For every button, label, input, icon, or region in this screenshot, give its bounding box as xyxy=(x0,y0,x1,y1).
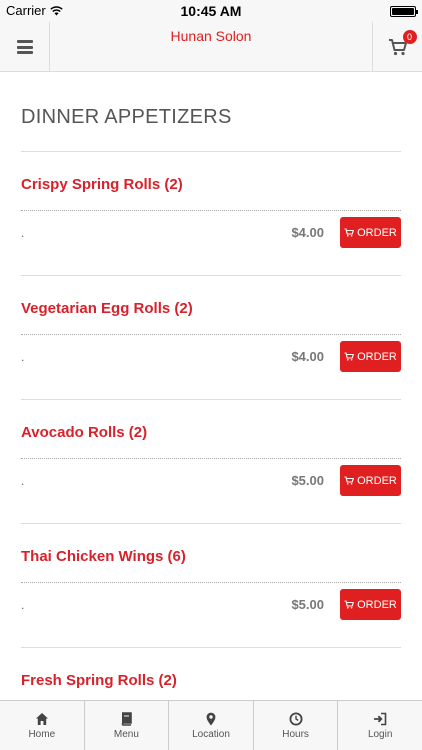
item-description: . xyxy=(21,598,25,612)
item-price: $5.00 xyxy=(291,473,324,488)
order-button[interactable]: ORDER xyxy=(340,341,401,372)
order-label: ORDER xyxy=(357,598,397,611)
hamburger-icon xyxy=(16,40,33,54)
navigation-bar: Hunan Solon 0 xyxy=(0,22,422,72)
home-icon xyxy=(35,712,48,725)
item-divider xyxy=(21,458,401,459)
cart-icon xyxy=(344,600,355,609)
cart-icon xyxy=(344,476,355,485)
tab-login[interactable]: Login xyxy=(338,701,422,750)
clock-icon xyxy=(289,712,303,725)
menu-item: Avocado Rolls (2) . $5.00 ORDER xyxy=(21,400,401,524)
login-icon xyxy=(374,712,387,725)
item-name[interactable]: Vegetarian Egg Rolls (2) xyxy=(21,300,193,317)
cart-icon xyxy=(344,228,355,237)
item-description: . xyxy=(21,474,25,488)
tab-bar: Home Menu Location Hours Login xyxy=(0,700,422,750)
order-button[interactable]: ORDER xyxy=(340,217,401,248)
menu-item: Vegetarian Egg Rolls (2) . $4.00 ORDER xyxy=(21,276,401,400)
item-divider xyxy=(21,582,401,583)
item-description: . xyxy=(21,226,25,240)
tab-hours[interactable]: Hours xyxy=(254,701,339,750)
item-divider xyxy=(21,334,401,335)
cart-icon: 0 xyxy=(388,30,417,56)
tab-home[interactable]: Home xyxy=(0,701,85,750)
item-name[interactable]: Avocado Rolls (2) xyxy=(21,424,147,441)
item-price: $4.00 xyxy=(291,225,324,240)
tab-label: Login xyxy=(367,728,393,740)
battery-icon xyxy=(390,6,418,17)
tab-menu[interactable]: Menu xyxy=(85,701,170,750)
order-label: ORDER xyxy=(357,474,397,487)
status-time: 10:45 AM xyxy=(180,3,242,19)
item-name[interactable]: Fresh Spring Rolls (2) xyxy=(21,672,177,689)
order-label: ORDER xyxy=(357,226,397,239)
book-icon xyxy=(122,711,133,726)
section-title: DINNER APPETIZERS xyxy=(21,106,232,128)
item-description: . xyxy=(21,350,25,364)
menu-button[interactable] xyxy=(0,22,50,72)
item-price: $4.00 xyxy=(291,349,324,364)
tab-label: Location xyxy=(192,728,230,740)
tab-label: Menu xyxy=(113,728,139,740)
menu-item: Thai Chicken Wings (6) . $5.00 ORDER xyxy=(21,524,401,648)
item-name[interactable]: Thai Chicken Wings (6) xyxy=(21,548,186,565)
restaurant-title: Hunan Solon xyxy=(170,28,252,44)
tab-location[interactable]: Location xyxy=(169,701,254,750)
item-price: $5.00 xyxy=(291,597,324,612)
order-button[interactable]: ORDER xyxy=(340,589,401,620)
item-divider xyxy=(21,210,401,211)
order-label: ORDER xyxy=(357,350,397,363)
cart-count-badge: 0 xyxy=(402,30,417,44)
status-bar: Carrier 10:45 AM xyxy=(0,0,422,22)
item-name[interactable]: Crispy Spring Rolls (2) xyxy=(21,176,183,193)
map-pin-icon xyxy=(206,712,216,725)
menu-content: DINNER APPETIZERS Crispy Spring Rolls (2… xyxy=(21,73,401,750)
menu-item: Crispy Spring Rolls (2) . $4.00 ORDER xyxy=(21,152,401,276)
order-button[interactable]: ORDER xyxy=(340,465,401,496)
tab-label: Home xyxy=(28,728,56,740)
tab-label: Hours xyxy=(282,728,309,740)
cart-icon xyxy=(344,352,355,361)
cart-button[interactable]: 0 xyxy=(372,22,422,72)
